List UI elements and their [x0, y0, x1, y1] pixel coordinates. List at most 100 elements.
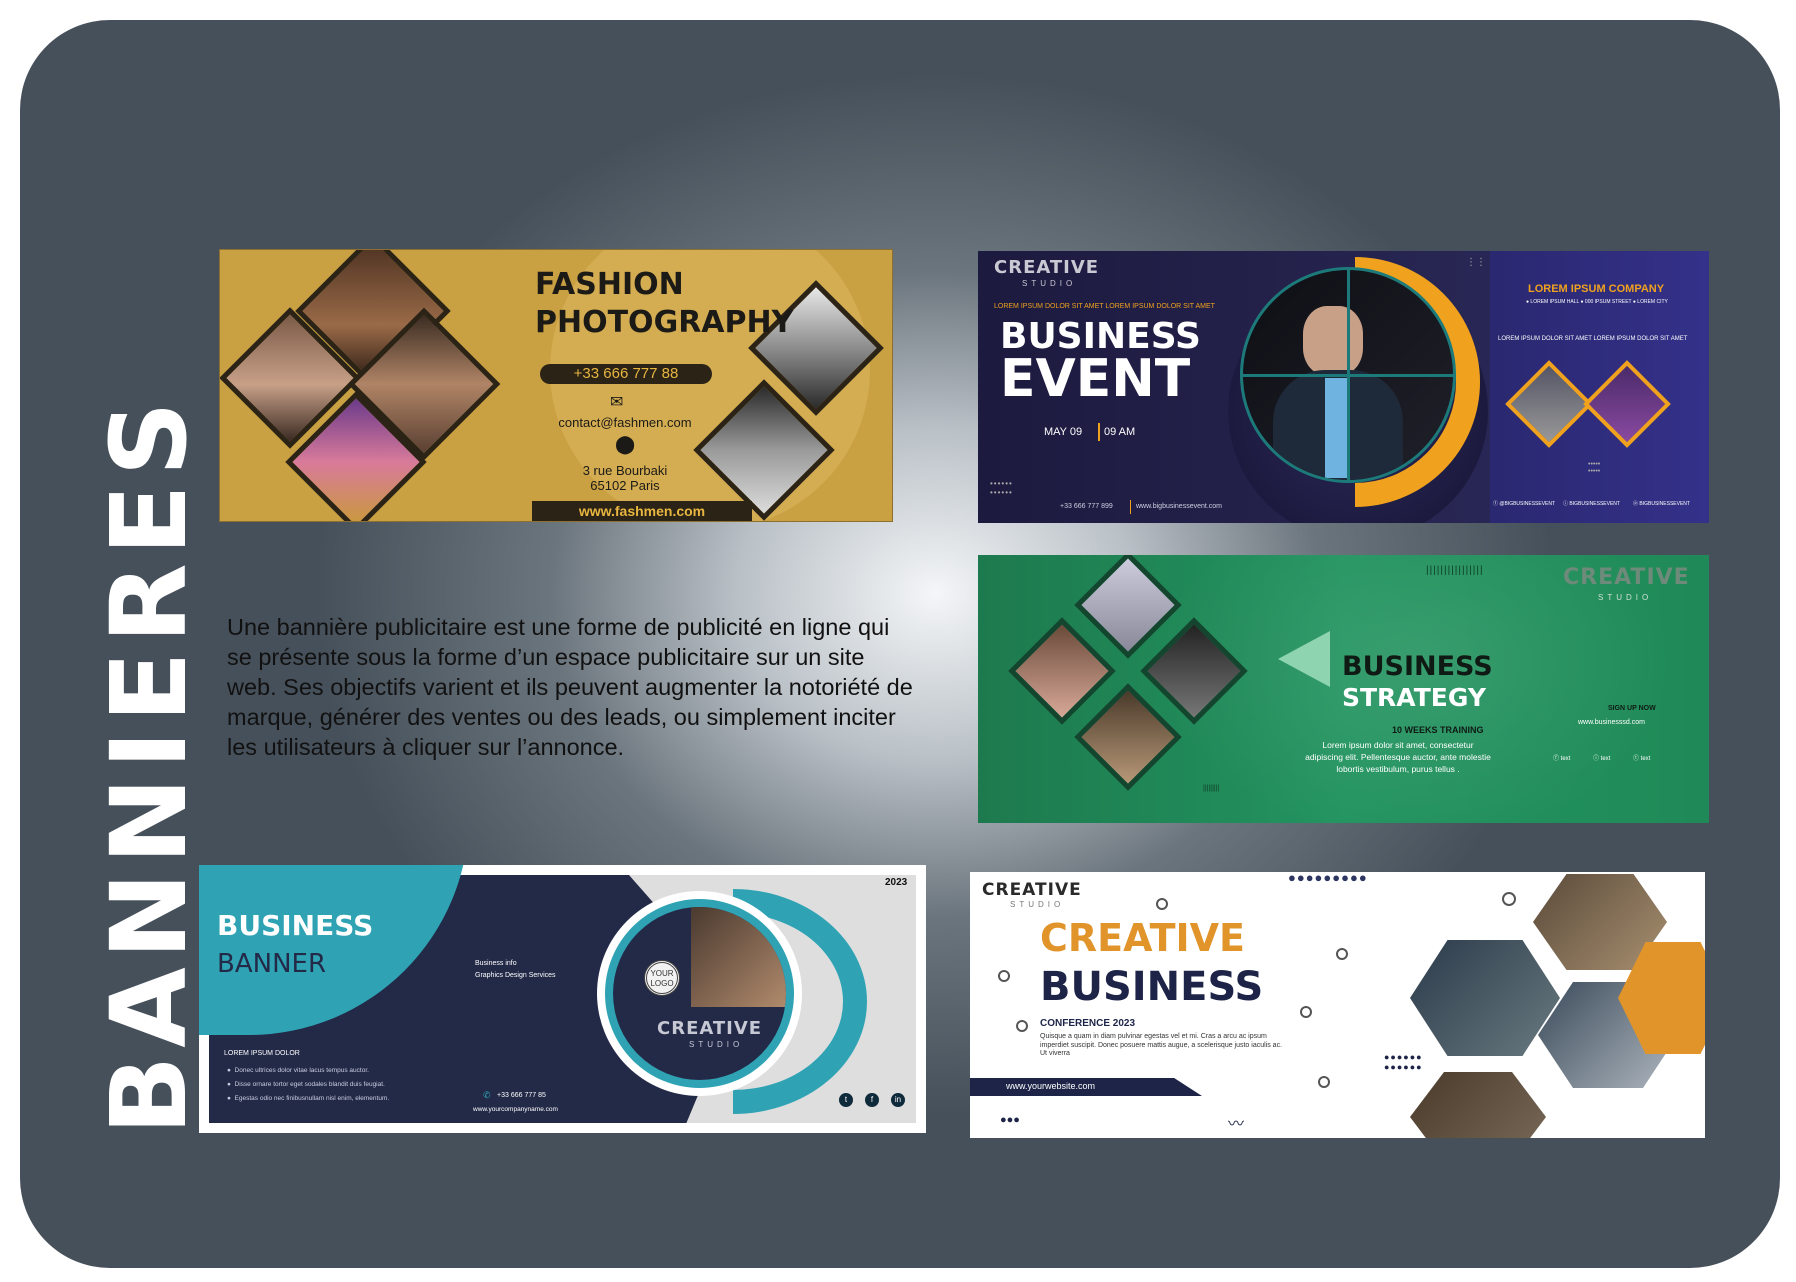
strategy-body: Lorem ipsum dolor sit amet, consectetur … — [1305, 740, 1491, 774]
fashion-website[interactable]: www.fashmen.com — [532, 503, 752, 519]
wave-icon: 〰 — [1228, 1116, 1245, 1133]
fashion-email: contact@fashmen.com — [558, 415, 692, 430]
circle-decor-3 — [1016, 1020, 1028, 1032]
dot-pattern-2: ••••• ••••• — [1588, 461, 1601, 475]
event-website[interactable]: www.bigbusinessevent.com — [1136, 503, 1222, 510]
strategy-website[interactable]: www.businesssd.com — [1578, 719, 1645, 726]
social-other-label: BIGBUSINESSEVENT — [1639, 501, 1690, 507]
event-company-address: ● LOREM IPSUM HALL ● 000 IPSUM STREET ● … — [1526, 299, 1668, 305]
cb-creative-sub: STUDIO — [1010, 900, 1065, 909]
social-3[interactable]: ⓣ text — [1633, 753, 1650, 762]
dot-pattern-top: ●●●●●●●●● — [1288, 872, 1368, 885]
social-linkedin-label: BIGBUSINESSEVENT — [1569, 501, 1620, 507]
bullet-1-text: Donec ultrices dolor vitae lacus tempus … — [234, 1067, 369, 1074]
fashion-address-2: 65102 Paris — [590, 478, 660, 493]
social-facebook-label: @BIGBUSINESSEVENT — [1499, 501, 1556, 507]
photo-woman-tablet — [691, 907, 786, 1007]
creative-business-banner: CREATIVE STUDIO ●●●●●●●●● CREATIVE BUSIN… — [970, 872, 1705, 1138]
banner-info-1: Business info — [475, 960, 517, 967]
social-2-label: text — [1600, 756, 1611, 762]
strategy-signup[interactable]: SIGN UP NOW — [1608, 705, 1656, 712]
social-3-label: text — [1640, 756, 1651, 762]
twitter-icon[interactable]: t — [839, 1093, 853, 1107]
strategy-title-2: STRATEGY — [1342, 683, 1486, 712]
event-time: 09 AM — [1104, 426, 1136, 438]
social-1[interactable]: ⓕ text — [1553, 753, 1570, 762]
cb-website[interactable]: www.yourwebsite.com — [1006, 1081, 1095, 1091]
fashion-title-2: PHOTOGRAPHY — [535, 305, 794, 340]
banner-creative-sub: STUDIO — [689, 1040, 744, 1049]
bullet-3-text: Egestas odio nec finibusnullam nisl enim… — [234, 1095, 390, 1102]
business-banner: 2023 BUSINESS BANNER Business info Graph… — [199, 865, 926, 1133]
dot-pattern-3: ||||||||| — [1203, 785, 1220, 792]
triangle-arrow-icon — [1278, 631, 1330, 687]
photo-laptop-hands-hex — [1410, 1072, 1546, 1138]
date-divider — [1098, 423, 1100, 441]
crosshair-horizontal — [1243, 374, 1453, 377]
strategy-creative-logo: CREATIVE — [1563, 565, 1690, 590]
banner-bullet-2: ● Disse ornare tortor eget sodales bland… — [227, 1081, 385, 1088]
cb-creative-logo: CREATIVE — [982, 880, 1082, 900]
circle-decor-6 — [1318, 1076, 1330, 1088]
social-2[interactable]: ⓘ text — [1593, 753, 1610, 762]
banner-bullet-1: ● Donec ultrices dolor vitae lacus tempu… — [227, 1067, 369, 1074]
event-tagline: LOREM IPSUM DOLOR SIT AMET LOREM IPSUM D… — [994, 303, 1215, 310]
social-linkedin[interactable]: ⓘ BIGBUSINESSEVENT — [1563, 500, 1620, 507]
bullet-2-text: Disse ornare tortor eget sodales blandit… — [234, 1081, 385, 1088]
linkedin-icon[interactable]: in — [891, 1093, 905, 1107]
fashion-title-1: FASHION — [535, 267, 684, 302]
strategy-title-1: BUSINESS — [1342, 651, 1493, 682]
strategy-subtitle: 10 WEEKS TRAINING — [1392, 725, 1484, 735]
social-other[interactable]: ⓟ BIGBUSINESSEVENT — [1633, 500, 1690, 507]
banner-info-2: Graphics Design Services — [475, 972, 556, 979]
banner-year: 2023 — [885, 877, 908, 888]
event-company-text: LOREM IPSUM DOLOR SIT AMET LOREM IPSUM D… — [1498, 336, 1688, 342]
social-facebook[interactable]: ⓕ @BIGBUSINESSEVENT — [1493, 500, 1555, 507]
phone-icon: ✆ — [483, 1090, 491, 1100]
cb-subtitle: CONFERENCE 2023 — [1040, 1018, 1136, 1029]
photo-circle — [613, 907, 786, 1080]
event-phone: +33 666 777 899 — [1060, 503, 1113, 510]
circle-decor-1 — [1156, 898, 1168, 910]
banner-website[interactable]: www.yourcompanyname.com — [473, 1106, 558, 1113]
facebook-icon[interactable]: f — [865, 1093, 879, 1107]
logo-badge: YOUR LOGO — [644, 960, 680, 996]
mail-icon: ✉ — [610, 394, 624, 411]
banner-bullet-3: ● Egestas odio nec finibusnullam nisl en… — [227, 1095, 390, 1102]
footer-divider — [1130, 500, 1131, 514]
banner-title-2: BANNER — [217, 949, 327, 979]
circle-decor-2 — [998, 970, 1010, 982]
face-shape — [1303, 306, 1363, 376]
cb-title-1: CREATIVE — [1040, 916, 1245, 960]
fashion-address-1: 3 rue Bourbaki — [582, 463, 668, 478]
shirt-shape — [1325, 378, 1347, 478]
dash-pattern: |||||||||||||||| — [1426, 565, 1484, 576]
event-date: MAY 09 — [1044, 426, 1083, 438]
event-title-2: EVENT — [1000, 349, 1191, 409]
dot-pattern-mid: ●●●●●● ●●●●●● — [1384, 1052, 1423, 1072]
circle-decor-7 — [1502, 892, 1516, 906]
banner-phone: +33 666 777 85 — [497, 1092, 546, 1099]
banner-creative: CREATIVE — [657, 1018, 763, 1039]
business-strategy-banner: BUSINESS STRATEGY 10 WEEKS TRAINING Lore… — [978, 555, 1709, 823]
fashion-photography-banner: FASHION PHOTOGRAPHY +33 666 777 88 ✉ con… — [219, 249, 893, 522]
strategy-creative-sub: STUDIO — [1598, 593, 1653, 602]
fashion-phone: +33 666 777 88 — [540, 364, 712, 384]
banner-list-title: LOREM IPSUM DOLOR — [224, 1050, 300, 1057]
photo-businessman — [1240, 267, 1456, 483]
cb-title-2: BUSINESS — [1040, 964, 1264, 1010]
logo-badge-text: LOGO — [650, 979, 674, 988]
location-pin-icon: ⬤ — [615, 434, 636, 454]
cb-social-icons[interactable]: ●●● — [1000, 1114, 1020, 1126]
side-title: BANNIERES — [88, 393, 210, 1135]
circle-decor-5 — [1300, 1006, 1312, 1018]
logo-badge-top: YOUR — [650, 969, 674, 978]
banner-title-1: BUSINESS — [217, 909, 374, 942]
description-paragraph: Une bannière publicitaire est une forme … — [227, 614, 913, 760]
cb-body: Quisque a quam in diam pulvinar egestas … — [1040, 1033, 1283, 1057]
dot-pattern: •••••• •••••• — [990, 479, 1013, 497]
event-company: LOREM IPSUM COMPANY — [1528, 283, 1665, 295]
social-1-label: text — [1560, 756, 1571, 762]
photo-headphones-hex — [1410, 940, 1560, 1056]
circle-decor-4 — [1336, 948, 1348, 960]
